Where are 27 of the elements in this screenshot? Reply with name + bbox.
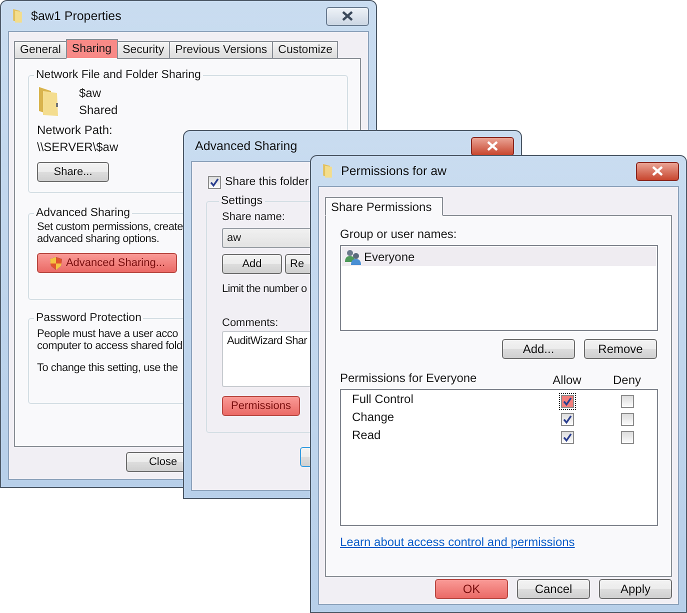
list-label: Group or user names: <box>340 227 457 241</box>
field-label: Share name: <box>222 211 285 223</box>
window-title: $aw1 Properties <box>31 9 122 23</box>
group-heading: Network File and Folder Sharing <box>35 69 202 81</box>
checkbox-label: Share this folder <box>225 176 309 188</box>
column-header: Deny <box>612 373 641 387</box>
group-heading: Settings <box>220 195 264 207</box>
path-label: Network Path: <box>37 123 112 137</box>
window-title: Permissions for aw <box>341 164 447 178</box>
description-text: advanced sharing options. <box>37 233 160 245</box>
group-heading: Password Protection <box>35 312 142 324</box>
description-text: Set custom permissions, create <box>37 221 183 233</box>
share-status: Shared <box>79 102 118 116</box>
permission-name: Read <box>352 428 381 442</box>
description-text: computer to access shared fold <box>37 340 182 352</box>
permissions-label: Permissions for Everyone <box>340 371 477 385</box>
share-name: $aw <box>79 86 102 100</box>
column-header: Allow <box>552 373 582 387</box>
network-path: \\SERVER\$aw <box>37 140 118 154</box>
permission-name: Full Control <box>352 392 414 406</box>
permission-name: Change <box>352 410 394 424</box>
limit-text: Limit the number o <box>222 283 307 295</box>
group-heading: Advanced Sharing <box>35 207 131 219</box>
window-title: Advanced Sharing <box>195 139 298 153</box>
field-label: Comments: <box>222 317 278 329</box>
description-text: People must have a user acco <box>37 328 178 340</box>
description-text: To change this setting, use the <box>37 362 178 374</box>
